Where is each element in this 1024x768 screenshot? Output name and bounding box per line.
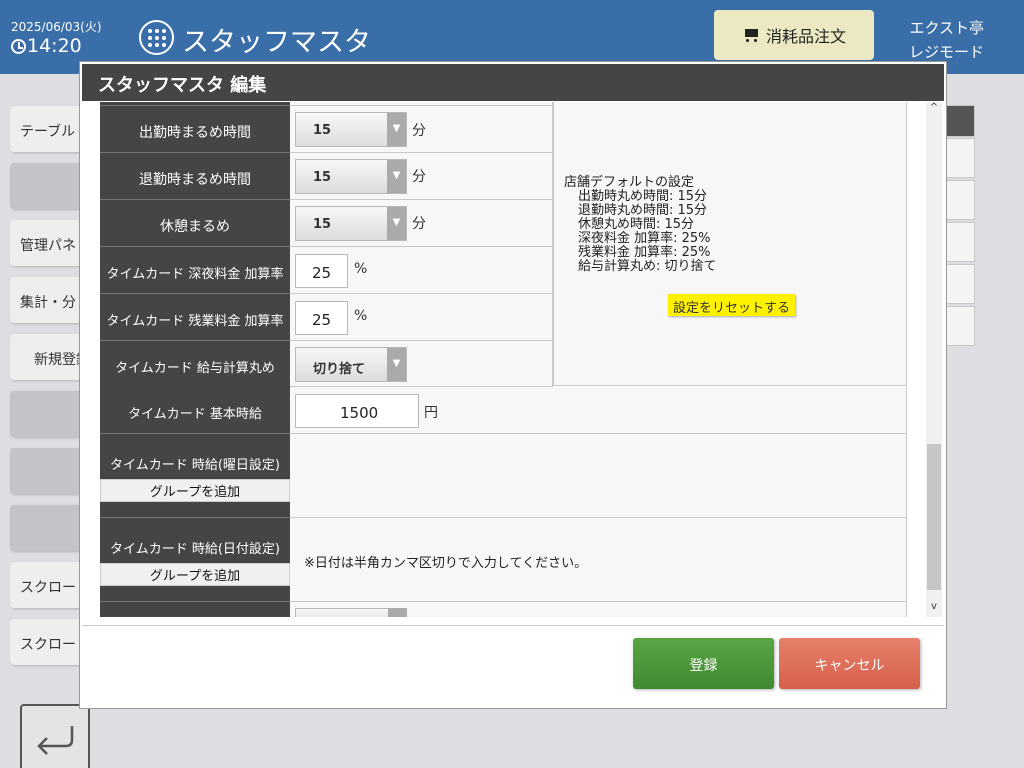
bg-table-cell bbox=[945, 264, 975, 304]
overtime-rate-unit: % bbox=[354, 308, 368, 324]
add-weekday-group-button[interactable]: グループを追加 bbox=[100, 479, 290, 502]
pay-round-value: 切り捨て bbox=[313, 362, 366, 377]
arrive-round-value: 15 bbox=[313, 123, 332, 138]
cart-icon bbox=[742, 28, 760, 42]
chevron-down-icon: ▼ bbox=[387, 348, 406, 381]
scroll-down-icon[interactable]: v bbox=[926, 601, 942, 617]
row-label-arrive-round: 出勤時まるめ時間 bbox=[100, 106, 290, 153]
default-line: 残業料金 加算率: 25% bbox=[578, 245, 711, 260]
order-supplies-label: 消耗品注文 bbox=[765, 27, 846, 46]
page-title: スタッフマスタ bbox=[182, 27, 371, 58]
bg-table-cell bbox=[945, 306, 975, 346]
row-cell-overtime-rate: 25 % bbox=[290, 294, 553, 341]
bg-table-cell bbox=[945, 105, 975, 137]
base-wage-unit: 円 bbox=[424, 405, 438, 421]
staff-edit-modal: スタッフマスタ 編集 出勤時まるめ時間 15 ▼ 分 退勤時まるめ時間 15 ▼… bbox=[79, 61, 947, 709]
row-label-base-wage: タイムカード 基本時給 bbox=[100, 387, 290, 434]
back-button[interactable] bbox=[20, 704, 90, 768]
row-cell-partial bbox=[290, 602, 907, 617]
row-label-overtime-rate: タイムカード 残業料金 加算率 bbox=[100, 294, 290, 341]
leave-round-value: 15 bbox=[313, 170, 332, 185]
current-time: 14:20 bbox=[27, 35, 82, 57]
current-date: 2025/06/03(火) bbox=[11, 20, 102, 34]
bg-side-button[interactable] bbox=[10, 163, 90, 209]
row-cell-base-wage: 1500 円 bbox=[290, 387, 907, 434]
reset-defaults-button[interactable]: 設定をリセットする bbox=[668, 294, 795, 316]
bg-side-button[interactable] bbox=[10, 391, 90, 437]
bg-table-cell bbox=[945, 222, 975, 262]
row-label-partial bbox=[100, 602, 290, 617]
register-button[interactable]: 登録 bbox=[633, 638, 774, 689]
default-line: 退勤時丸め時間: 15分 bbox=[578, 203, 708, 218]
row-cell-arrive-round: 15 ▼ 分 bbox=[290, 106, 553, 153]
row-cell-break-round: 15 ▼ 分 bbox=[290, 200, 553, 247]
bg-side-button[interactable]: スクロー bbox=[10, 562, 90, 608]
chevron-down-icon: ▼ bbox=[387, 113, 406, 146]
default-line: 深夜料金 加算率: 25% bbox=[578, 231, 711, 246]
form-scroll-area[interactable]: 出勤時まるめ時間 15 ▼ 分 退勤時まるめ時間 15 ▼ 分 休憩まるめ 15… bbox=[100, 102, 907, 617]
scroll-up-icon[interactable]: ^ bbox=[926, 102, 942, 118]
form-scrollbar[interactable]: ^ v bbox=[926, 102, 942, 617]
bg-side-button[interactable]: 管理パネ bbox=[10, 220, 90, 266]
row-cell-weekday-wage bbox=[290, 434, 907, 518]
default-line: 休憩丸め時間: 15分 bbox=[578, 217, 695, 232]
leave-round-select[interactable]: 15 ▼ bbox=[295, 159, 407, 194]
cancel-button[interactable]: キャンセル bbox=[779, 638, 920, 689]
mode-label: レジモード bbox=[908, 43, 984, 61]
bg-side-button[interactable]: 新規登録 bbox=[10, 334, 90, 380]
row-cell-night-rate: 25 % bbox=[290, 247, 553, 294]
bg-side-button[interactable] bbox=[10, 505, 90, 551]
date-format-note: ※日付は半角カンマ区切りで入力してください。 bbox=[304, 556, 588, 571]
base-wage-input[interactable]: 1500 bbox=[295, 394, 419, 428]
bg-side-button[interactable]: 集計・分 bbox=[10, 277, 90, 323]
leave-round-unit: 分 bbox=[412, 169, 426, 185]
chevron-down-icon: ▼ bbox=[387, 160, 406, 193]
bg-table-cell bbox=[945, 138, 975, 178]
order-supplies-button[interactable]: 消耗品注文 bbox=[714, 10, 874, 60]
row-cell-leave-round: 15 ▼ 分 bbox=[290, 153, 553, 200]
clock-icon bbox=[11, 39, 26, 54]
row-label-break-round: 休憩まるめ bbox=[100, 200, 290, 247]
modal-title: スタッフマスタ 編集 bbox=[82, 64, 944, 101]
modal-divider bbox=[82, 625, 944, 626]
store-name: エクスト亭 bbox=[909, 19, 984, 37]
arrive-round-select[interactable]: 15 ▼ bbox=[295, 112, 407, 147]
bg-side-button[interactable] bbox=[10, 448, 90, 494]
store-defaults-text: 店舗デフォルトの設定 出勤時丸め時間: 15分 退勤時丸め時間: 15分 休憩丸… bbox=[564, 176, 717, 274]
default-line: 給与計算丸め: 切り捨て bbox=[578, 259, 717, 274]
chevron-down-icon: ▼ bbox=[387, 207, 406, 240]
row-label-weekday-wage: タイムカード 時給(曜日設定) グループを追加 bbox=[100, 434, 290, 518]
night-rate-unit: % bbox=[354, 261, 368, 277]
pay-round-select[interactable]: 切り捨て ▼ bbox=[295, 347, 407, 382]
bg-table-cell bbox=[945, 180, 975, 220]
add-date-group-button[interactable]: グループを追加 bbox=[100, 563, 290, 586]
store-defaults-panel: 店舗デフォルトの設定 出勤時丸め時間: 15分 退勤時丸め時間: 15分 休憩丸… bbox=[553, 102, 907, 386]
row-label-leave-round: 退勤時まるめ時間 bbox=[100, 153, 290, 200]
night-rate-input[interactable]: 25 bbox=[295, 254, 348, 288]
break-round-value: 15 bbox=[313, 217, 332, 232]
row-cell-date-wage: ※日付は半角カンマ区切りで入力してください。 bbox=[290, 518, 907, 602]
arrive-round-unit: 分 bbox=[412, 123, 426, 139]
row-label-night-rate: タイムカード 深夜料金 加算率 bbox=[100, 247, 290, 294]
break-round-select[interactable]: 15 ▼ bbox=[295, 206, 407, 241]
row-label-pay-round: タイムカード 給与計算丸め bbox=[100, 341, 290, 388]
app-grid-icon[interactable] bbox=[139, 20, 174, 55]
break-round-unit: 分 bbox=[412, 216, 426, 232]
default-line: 出勤時丸め時間: 15分 bbox=[578, 189, 708, 204]
row-cell-pay-round: 切り捨て ▼ bbox=[290, 341, 553, 387]
bg-side-button[interactable]: テーブル bbox=[10, 106, 90, 152]
back-arrow-icon bbox=[37, 726, 74, 755]
scroll-thumb[interactable] bbox=[927, 444, 941, 590]
bg-side-button[interactable]: スクロー bbox=[10, 619, 90, 665]
row-label-date-wage: タイムカード 時給(日付設定) グループを追加 bbox=[100, 518, 290, 602]
store-defaults-heading: 店舗デフォルトの設定 bbox=[564, 175, 695, 190]
overtime-rate-input[interactable]: 25 bbox=[295, 301, 348, 335]
